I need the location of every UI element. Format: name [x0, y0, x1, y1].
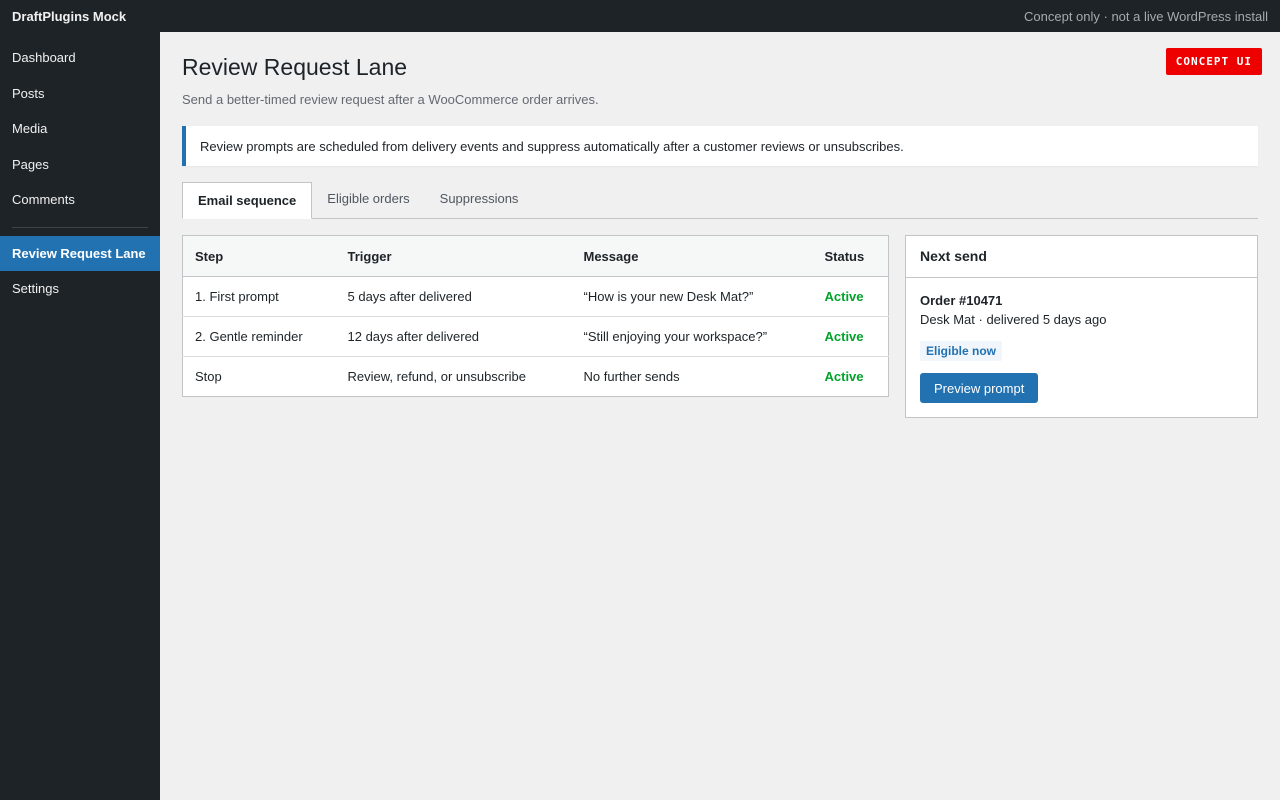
- sidebar-item-media[interactable]: Media: [0, 111, 160, 147]
- table-row[interactable]: 1. First prompt 5 days after delivered “…: [182, 276, 889, 317]
- order-number: Order #10471: [920, 293, 1003, 308]
- preview-prompt-button[interactable]: Preview prompt: [920, 373, 1039, 403]
- column-header-message: Message: [571, 235, 813, 277]
- sidebar-item-comments[interactable]: Comments: [0, 182, 160, 218]
- sidebar-item-pages[interactable]: Pages: [0, 147, 160, 183]
- column-header-step: Step: [182, 235, 336, 277]
- cell-step: 2. Gentle reminder: [182, 316, 336, 357]
- concept-ui-badge: CONCEPT UI: [1165, 48, 1262, 75]
- concept-note: Concept only · not a live WordPress inst…: [1024, 8, 1268, 24]
- page-title: Review Request Lane: [182, 54, 408, 80]
- tab-suppressions[interactable]: Suppressions: [425, 181, 534, 218]
- status-badge: Active: [812, 316, 889, 357]
- card-heading: Next send: [906, 236, 1257, 278]
- cell-message: No further sends: [583, 369, 680, 384]
- cell-message: “Still enjoying your workspace?”: [571, 316, 813, 357]
- admin-sidebar: Dashboard Posts Media Pages Comments Rev…: [0, 32, 160, 800]
- cell-step: Stop: [195, 369, 222, 384]
- cell-step: 1. First prompt: [182, 276, 336, 317]
- sidebar-item-posts[interactable]: Posts: [0, 76, 160, 112]
- tab-eligible-orders[interactable]: Eligible orders: [312, 181, 424, 218]
- cell-message: “How is your new Desk Mat?”: [571, 276, 813, 317]
- card-body: Order #10471 Desk Mat · delivered 5 days…: [906, 278, 1257, 417]
- order-meta: Desk Mat · delivered 5 days ago: [920, 312, 1107, 327]
- admin-bar: DraftPlugins Mock Concept only · not a l…: [0, 0, 1280, 32]
- table-row[interactable]: Stop Review, refund, or unsubscribe No f…: [183, 357, 889, 397]
- tab-bar: Email sequence Eligible orders Suppressi…: [182, 182, 1258, 219]
- column-header-status: Status: [812, 235, 889, 277]
- table-row[interactable]: 2. Gentle reminder 12 days after deliver…: [182, 316, 889, 357]
- table-header-row: Step Trigger Message Status: [182, 235, 889, 277]
- sidebar-item-settings[interactable]: Settings: [0, 271, 160, 307]
- notice-text: Review prompts are scheduled from delive…: [200, 138, 904, 154]
- info-notice: Review prompts are scheduled from delive…: [182, 126, 1258, 166]
- eligibility-badge: Eligible now: [920, 341, 1003, 361]
- sidebar-item-dashboard[interactable]: Dashboard: [0, 40, 160, 76]
- sequence-table: Step Trigger Message Status 1. First pro…: [182, 235, 889, 397]
- status-badge: Active: [824, 369, 864, 384]
- sidebar-item-review-request-lane[interactable]: Review Request Lane: [0, 235, 160, 271]
- cell-trigger: Review, refund, or unsubscribe: [347, 369, 526, 384]
- main-content: CONCEPT UI Review Request Lane Send a be…: [160, 32, 1280, 800]
- content-area: Step Trigger Message Status 1. First pro…: [182, 235, 1258, 418]
- next-send-card: Next send Order #10471 Desk Mat · delive…: [905, 235, 1258, 418]
- cell-trigger: 12 days after delivered: [335, 316, 572, 357]
- page-subtitle: Send a better-timed review request after…: [182, 92, 599, 107]
- status-badge: Active: [812, 276, 889, 317]
- tab-email-sequence[interactable]: Email sequence: [182, 182, 313, 219]
- cell-trigger: 5 days after delivered: [335, 276, 572, 317]
- sidebar-divider: [12, 226, 148, 228]
- site-brand[interactable]: DraftPlugins Mock: [12, 9, 126, 24]
- column-header-trigger: Trigger: [335, 235, 572, 277]
